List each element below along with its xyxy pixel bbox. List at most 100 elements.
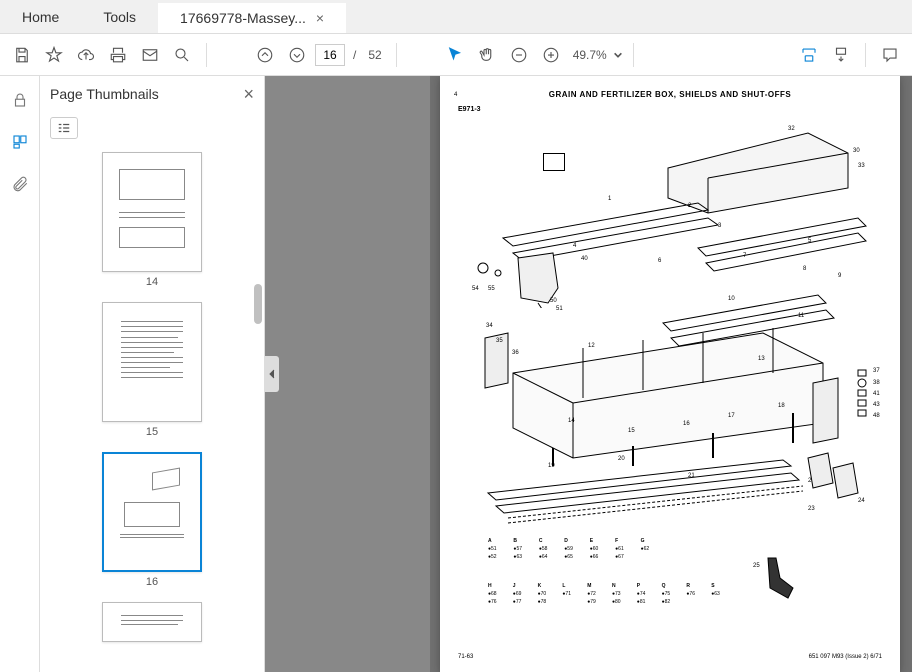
table-header: L xyxy=(562,583,579,589)
document-tabs: Home Tools 17669778-Massey... × xyxy=(0,0,912,34)
page-number-input[interactable] xyxy=(315,44,345,66)
page-down-icon[interactable] xyxy=(283,41,311,69)
hand-tool-icon[interactable] xyxy=(473,41,501,69)
thumbnail-item[interactable] xyxy=(40,602,264,642)
lock-icon[interactable] xyxy=(8,88,32,112)
fit-width-icon[interactable] xyxy=(795,41,823,69)
comment-icon[interactable] xyxy=(876,41,904,69)
callout: 32 xyxy=(788,126,795,132)
page-gutter xyxy=(265,76,430,672)
thumbnails-scrollbar[interactable] xyxy=(254,144,262,672)
tab-home[interactable]: Home xyxy=(0,0,81,33)
thumbnail-item[interactable]: 14 xyxy=(40,152,264,288)
navigation-rail xyxy=(0,76,40,672)
thumbnail-page[interactable] xyxy=(102,602,202,642)
callout: 18 xyxy=(778,403,785,409)
callout: 6 xyxy=(658,258,661,264)
table-cell: ●80 xyxy=(612,599,629,605)
panel-collapse-handle[interactable] xyxy=(265,356,279,392)
table-header: M xyxy=(587,583,604,589)
thumbnails-close-icon[interactable]: × xyxy=(243,84,254,105)
parts-table-1: A B C D E F G ●51 ●57 ●58 ●59 ●60 ●61 ●6… xyxy=(488,538,658,560)
page-title: GRAIN AND FERTILIZER BOX, SHIELDS AND SH… xyxy=(452,90,888,99)
thumbnails-list[interactable]: 14 xyxy=(40,144,264,672)
thumbnail-number: 16 xyxy=(146,576,158,588)
table-cell: ●62 xyxy=(641,546,658,552)
parts-table-2: H J K L M N P Q R S ●68 ●69 ●70 ●71 xyxy=(488,583,728,605)
thumbnails-options-button[interactable] xyxy=(50,117,78,139)
selection-tool-icon[interactable] xyxy=(441,41,469,69)
table-cell: ●65 xyxy=(564,554,581,560)
save-icon[interactable] xyxy=(8,41,36,69)
table-cell: ●60 xyxy=(590,546,607,552)
zoom-level-label: 49.7% xyxy=(573,48,607,62)
table-cell: ●77 xyxy=(513,599,530,605)
page-up-icon[interactable] xyxy=(251,41,279,69)
table-header: C xyxy=(539,538,556,544)
table-cell: ●59 xyxy=(564,546,581,552)
table-cell: ●70 xyxy=(538,591,555,597)
tab-tools[interactable]: Tools xyxy=(81,0,158,33)
thumbnails-icon[interactable] xyxy=(8,130,32,154)
tab-close-icon[interactable]: × xyxy=(316,10,324,26)
zoom-in-icon[interactable] xyxy=(537,41,565,69)
cloud-upload-icon[interactable] xyxy=(72,41,100,69)
callout: 33 xyxy=(858,163,865,169)
table-cell xyxy=(562,599,579,605)
callout: 10 xyxy=(728,296,735,302)
callout: 24 xyxy=(858,498,865,504)
callout: 37 xyxy=(873,368,880,374)
page-view[interactable]: 4 GRAIN AND FERTILIZER BOX, SHIELDS AND … xyxy=(265,76,912,672)
thumbnail-item[interactable]: 15 xyxy=(40,302,264,438)
search-icon[interactable] xyxy=(168,41,196,69)
callout: 14 xyxy=(568,418,575,424)
attachment-icon[interactable] xyxy=(8,172,32,196)
page-total: 52 xyxy=(368,48,381,62)
table-cell xyxy=(711,599,728,605)
callout: 16 xyxy=(683,421,690,427)
callout: 30 xyxy=(853,148,860,154)
table-header: B xyxy=(513,538,530,544)
callout: 8 xyxy=(803,266,806,272)
thumbnail-page[interactable] xyxy=(102,302,202,422)
tab-document-label: 17669778-Massey... xyxy=(180,10,306,26)
table-header: S xyxy=(711,583,728,589)
tab-document[interactable]: 17669778-Massey... × xyxy=(158,0,346,33)
thumbnails-panel: Page Thumbnails × 14 xyxy=(40,76,265,672)
callout: 48 xyxy=(873,413,880,419)
table-cell: ●61 xyxy=(615,546,632,552)
page-footer-left: 71-63 xyxy=(458,654,473,660)
callout: 15 xyxy=(628,428,635,434)
callout: 50 xyxy=(550,298,557,304)
print-icon[interactable] xyxy=(104,41,132,69)
callout: 9 xyxy=(838,273,841,279)
scroll-mode-icon[interactable] xyxy=(827,41,855,69)
scrollbar-thumb[interactable] xyxy=(254,284,262,324)
table-cell: ●74 xyxy=(637,591,654,597)
table-cell: ●72 xyxy=(587,591,604,597)
table-header: J xyxy=(513,583,530,589)
callout: 3 xyxy=(718,223,721,229)
thumbnail-page[interactable] xyxy=(102,152,202,272)
thumbnails-options xyxy=(40,112,264,144)
callout: 23 xyxy=(808,506,815,512)
table-cell: ●76 xyxy=(686,591,703,597)
document-page: 4 GRAIN AND FERTILIZER BOX, SHIELDS AND … xyxy=(440,76,900,672)
table-cell: ●66 xyxy=(590,554,607,560)
table-cell: ●78 xyxy=(538,599,555,605)
callout: 5 xyxy=(808,238,811,244)
star-icon[interactable] xyxy=(40,41,68,69)
table-header: K xyxy=(538,583,555,589)
callout: 54 xyxy=(472,286,479,292)
zoom-level-dropdown[interactable]: 49.7% xyxy=(569,48,623,62)
callout: 40 xyxy=(581,256,588,262)
email-icon[interactable] xyxy=(136,41,164,69)
zoom-out-icon[interactable] xyxy=(505,41,533,69)
thumbnail-page-current[interactable] xyxy=(102,452,202,572)
callout: 12 xyxy=(588,343,595,349)
callout: 21 xyxy=(688,473,695,479)
thumbnail-item[interactable]: 16 xyxy=(40,452,264,588)
table-cell: ●73 xyxy=(612,591,629,597)
callout: 38 xyxy=(873,380,880,386)
callout: 35 xyxy=(496,338,503,344)
